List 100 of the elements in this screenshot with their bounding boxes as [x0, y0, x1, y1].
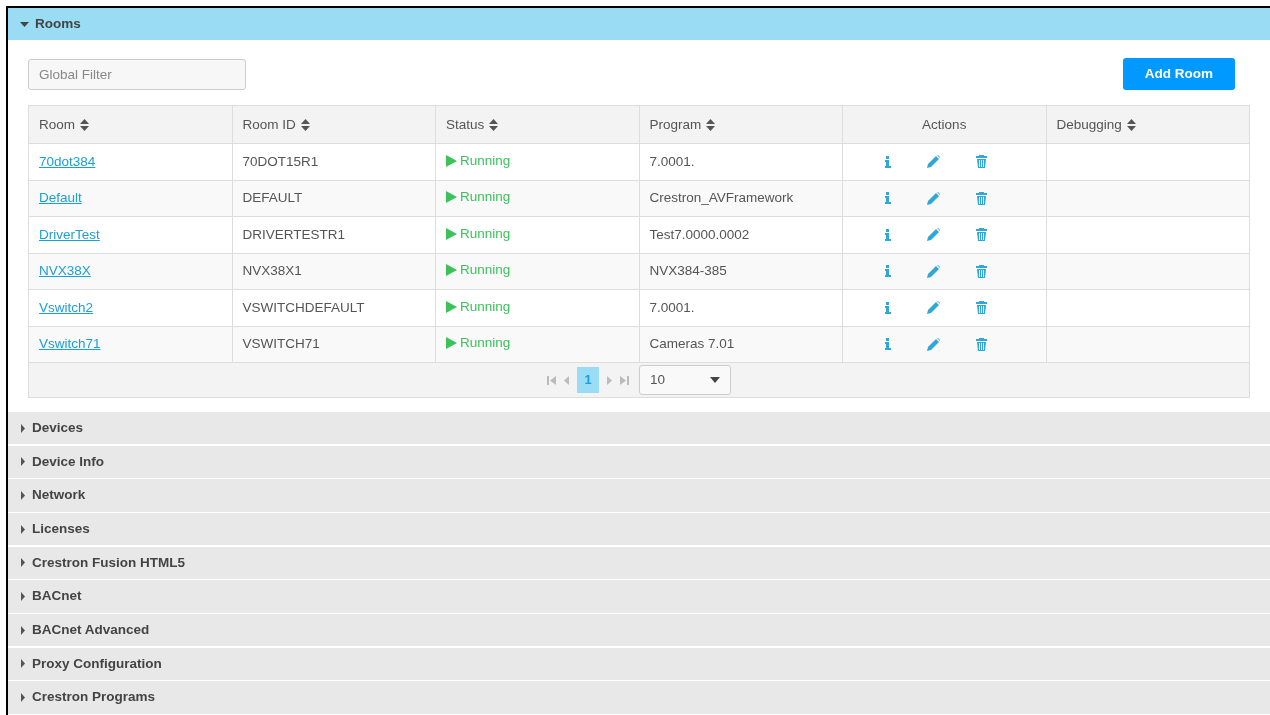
status-text: Running	[446, 223, 511, 244]
info-icon	[885, 265, 892, 278]
column-header[interactable]: Room ID	[232, 105, 436, 144]
section-header[interactable]: Devices	[8, 412, 1270, 445]
info-button[interactable]	[885, 155, 892, 168]
next-page-icon	[605, 375, 614, 385]
status-text: Running	[446, 260, 511, 281]
pencil-button[interactable]	[927, 301, 941, 315]
filter-field[interactable]: Global Filter	[28, 58, 246, 90]
caret-right-icon	[20, 457, 26, 467]
table-cell: 70DOT15R1	[232, 143, 436, 181]
column-header: Actions	[842, 105, 1046, 144]
caret-right-icon	[20, 625, 26, 635]
section-header[interactable]: Crestron Fusion HTML5	[8, 546, 1270, 579]
section-header[interactable]: Network	[8, 479, 1270, 512]
table-cell: NVX38X1	[232, 253, 436, 290]
previous-page-button[interactable]	[562, 375, 571, 385]
section-header[interactable]: Rooms	[8, 8, 1270, 41]
info-icon	[885, 155, 892, 168]
table-cell: VSWITCH71	[232, 326, 436, 363]
next-page-button[interactable]	[605, 375, 614, 385]
caret-right-icon	[20, 592, 26, 601]
pencil-button[interactable]	[927, 264, 941, 278]
info-button[interactable]	[885, 338, 892, 351]
table-cell: 7.0001.	[639, 143, 843, 181]
section-header[interactable]: BACnet	[8, 580, 1270, 613]
pencil-icon	[927, 228, 941, 242]
table-cell: Cameras 7.01	[639, 326, 843, 363]
pencil-icon	[927, 337, 941, 351]
info-button[interactable]	[885, 301, 892, 314]
info-icon	[885, 301, 892, 314]
caret-right-icon	[20, 524, 26, 534]
sort-icon	[706, 118, 716, 131]
info-button[interactable]	[885, 265, 892, 278]
column-header[interactable]: Program	[639, 105, 843, 144]
caret-right-icon	[20, 659, 26, 669]
column-header[interactable]: Room	[28, 105, 232, 144]
section-header[interactable]: BACnet Advanced	[8, 614, 1270, 647]
play-icon	[446, 300, 457, 313]
table-cell: DEFAULT	[232, 180, 436, 217]
sort-icon	[1126, 118, 1136, 131]
status-text: Running	[446, 333, 511, 354]
table-cell: Crestron_AVFramework	[639, 180, 843, 217]
caret-right-icon	[20, 558, 26, 568]
section-header[interactable]: Proxy Configuration	[8, 647, 1270, 680]
trash-icon	[976, 337, 988, 351]
page-size-select[interactable]: 10	[639, 365, 731, 396]
trash-button[interactable]	[976, 337, 988, 351]
last-page-icon	[620, 375, 629, 385]
first-page-icon	[547, 375, 556, 385]
section-header[interactable]: Crestron Programs	[8, 681, 1270, 714]
status-text: Running	[446, 296, 511, 317]
trash-button[interactable]	[976, 191, 988, 205]
section-header[interactable]: Device Info	[8, 445, 1270, 478]
status-text: Running	[446, 150, 511, 171]
trash-button[interactable]	[976, 264, 988, 278]
pencil-icon	[927, 264, 941, 278]
trash-button[interactable]	[976, 301, 988, 315]
pencil-button[interactable]	[927, 155, 941, 169]
info-icon	[885, 228, 892, 241]
column-header[interactable]: Status	[435, 105, 639, 144]
pencil-icon	[927, 301, 941, 315]
column-header[interactable]: Debugging	[1046, 105, 1250, 144]
info-button[interactable]	[885, 192, 892, 205]
caret-right-icon	[20, 693, 26, 702]
play-icon	[446, 191, 457, 204]
sort-icon	[80, 118, 89, 131]
pencil-button[interactable]	[927, 191, 941, 205]
trash-button[interactable]	[976, 155, 988, 169]
table-cell: VSWITCHDEFAULT	[232, 289, 436, 327]
caret-down-icon	[710, 377, 720, 384]
trash-icon	[976, 191, 988, 205]
sort-icon	[300, 118, 310, 131]
info-icon	[885, 338, 892, 351]
pencil-button[interactable]	[927, 228, 941, 242]
info-button[interactable]	[885, 228, 892, 241]
caret-down-icon	[20, 19, 29, 29]
play-icon	[446, 337, 457, 350]
first-page-button[interactable]	[547, 375, 556, 385]
last-page-button[interactable]	[620, 375, 629, 385]
trash-icon	[976, 264, 988, 278]
section-header[interactable]: Licenses	[8, 513, 1270, 546]
play-icon	[446, 264, 457, 277]
pencil-button[interactable]	[927, 337, 941, 351]
table-cell: DRIVERTESTR1	[232, 216, 436, 254]
previous-page-icon	[562, 375, 571, 385]
sort-icon	[489, 118, 499, 131]
trash-icon	[976, 155, 988, 169]
caret-right-icon	[20, 491, 26, 501]
caret-right-icon	[20, 423, 26, 433]
table-cell: NVX384-385	[639, 253, 843, 290]
pencil-icon	[927, 191, 941, 205]
pencil-icon	[927, 155, 941, 169]
trash-button[interactable]	[976, 228, 988, 242]
status-text: Running	[446, 187, 511, 208]
table-cell: 7.0001.	[639, 289, 843, 327]
play-icon	[446, 227, 457, 240]
info-icon	[885, 192, 892, 205]
trash-icon	[976, 228, 988, 242]
play-icon	[446, 154, 457, 167]
